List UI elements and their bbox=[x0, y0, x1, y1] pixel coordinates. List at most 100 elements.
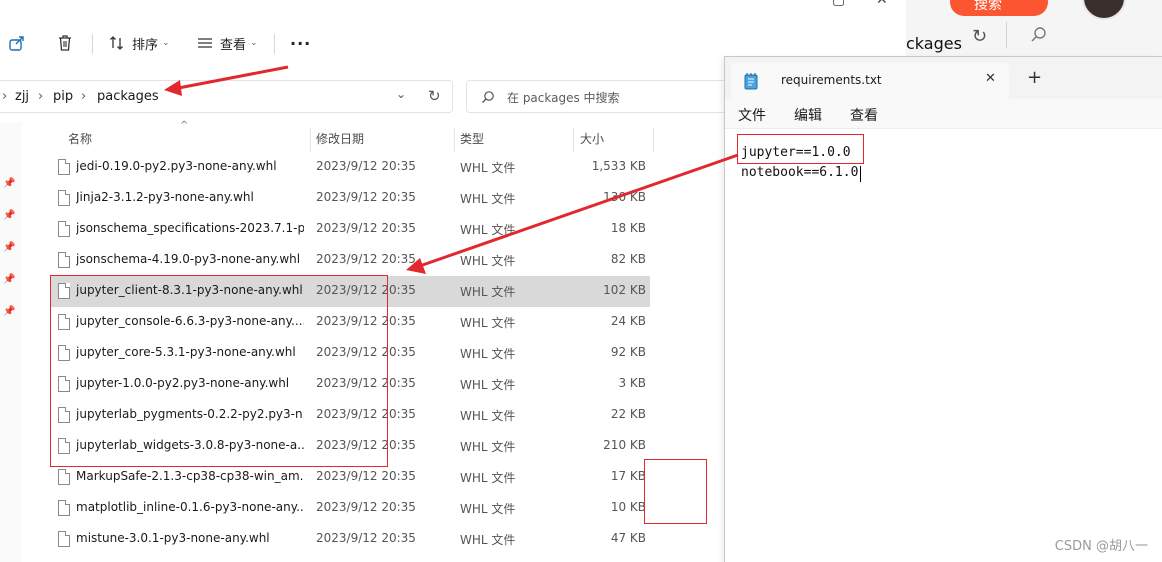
file-modified: 2023/9/12 20:35 bbox=[316, 531, 416, 545]
column-header-modified[interactable]: 修改日期 bbox=[316, 130, 364, 147]
menu-edit[interactable]: 编辑 bbox=[794, 105, 822, 125]
file-modified: 2023/9/12 20:35 bbox=[316, 252, 416, 266]
file-modified: 2023/9/12 20:35 bbox=[316, 190, 416, 204]
delete-icon[interactable] bbox=[56, 30, 74, 56]
tab-bar: requirements.txt ✕ + bbox=[725, 57, 1162, 99]
address-history-chevron-icon[interactable]: ⌄ bbox=[396, 87, 406, 101]
refresh-icon[interactable]: ↻ bbox=[428, 87, 441, 105]
file-type: WHL 文件 bbox=[460, 533, 516, 547]
file-modified: 2023/9/12 20:35 bbox=[316, 221, 416, 235]
file-icon bbox=[58, 500, 70, 516]
view-button[interactable]: 查看 ⌄ bbox=[196, 30, 258, 56]
file-type: WHL 文件 bbox=[460, 316, 516, 330]
file-name: jsonschema-4.19.0-py3-none-any.whl bbox=[76, 252, 301, 266]
toolbar-divider bbox=[1006, 22, 1007, 48]
avatar[interactable] bbox=[1082, 0, 1126, 20]
menu-file[interactable]: 文件 bbox=[738, 105, 766, 125]
menu-view[interactable]: 查看 bbox=[850, 105, 878, 125]
file-modified: 2023/9/12 20:35 bbox=[316, 159, 416, 173]
breadcrumb-zjj[interactable]: zjj bbox=[15, 89, 29, 104]
text-editor[interactable]: jupyter==1.0.0 notebook==6.1.0 bbox=[725, 129, 1162, 562]
column-divider[interactable] bbox=[573, 128, 574, 152]
file-type: WHL 文件 bbox=[460, 223, 516, 237]
breadcrumb-pip[interactable]: pip bbox=[53, 89, 73, 104]
file-type: WHL 文件 bbox=[460, 192, 516, 206]
file-icon bbox=[58, 221, 70, 237]
annotation-box-sizes bbox=[644, 459, 707, 524]
file-modified: 2023/9/12 20:35 bbox=[316, 469, 416, 483]
file-size: 210 KB bbox=[603, 438, 646, 452]
file-type: WHL 文件 bbox=[460, 378, 516, 392]
column-divider[interactable] bbox=[653, 128, 654, 152]
file-size: 1,533 KB bbox=[591, 159, 646, 173]
notepad-window: requirements.txt ✕ + 文件 编辑 查看 jupyter==1… bbox=[724, 56, 1162, 562]
sort-ascending-icon: ^ bbox=[180, 120, 189, 131]
address-bar[interactable]: › zjj › pip › packages ⌄ ↻ bbox=[0, 80, 453, 113]
column-divider[interactable] bbox=[454, 128, 455, 152]
notepad-icon bbox=[744, 73, 758, 90]
close-window-icon[interactable]: ✕ bbox=[876, 0, 896, 8]
file-size: 82 KB bbox=[610, 252, 646, 266]
sort-button[interactable]: 排序 ⌄ bbox=[108, 30, 170, 56]
editor-line-2: notebook==6.1.0 bbox=[741, 165, 859, 180]
file-name: matplotlib_inline-0.1.6-py3-none-any.... bbox=[76, 500, 304, 514]
file-name: jedi-0.19.0-py2.py3-none-any.whl bbox=[76, 159, 277, 173]
search-icon bbox=[482, 91, 494, 103]
navigation-pane: 📌 📌 📌 📌 📌 bbox=[0, 122, 22, 562]
pin-icon[interactable]: 📌 bbox=[3, 178, 15, 189]
file-row[interactable]: jedi-0.19.0-py2.py3-none-any.whl 2023/9/… bbox=[50, 152, 650, 183]
pin-icon[interactable]: 📌 bbox=[3, 274, 15, 285]
tab-requirements[interactable]: requirements.txt ✕ bbox=[731, 63, 1009, 99]
watermark: CSDN @胡八一 bbox=[1054, 539, 1148, 554]
annotation-box-jupyter-files bbox=[50, 275, 388, 467]
file-icon bbox=[58, 469, 70, 485]
file-icon bbox=[58, 159, 70, 175]
share-icon[interactable] bbox=[8, 30, 26, 56]
close-tab-icon[interactable]: ✕ bbox=[985, 71, 996, 86]
breadcrumb-separator-icon: › bbox=[38, 89, 44, 104]
chevron-down-icon: ⌄ bbox=[162, 38, 170, 48]
file-icon bbox=[58, 252, 70, 268]
chevron-down-icon: ⌄ bbox=[250, 38, 258, 48]
search-icon[interactable] bbox=[1030, 26, 1048, 44]
search-button[interactable]: 搜索 bbox=[950, 0, 1048, 16]
breadcrumb-packages[interactable]: packages bbox=[97, 89, 159, 104]
pin-icon[interactable]: 📌 bbox=[3, 306, 15, 317]
pin-icon[interactable]: 📌 bbox=[3, 242, 15, 253]
file-size: 130 KB bbox=[603, 190, 646, 204]
column-header-size[interactable]: 大小 bbox=[580, 130, 604, 147]
annotation-box-requirement bbox=[737, 134, 864, 164]
search-button-label: 搜索 bbox=[974, 0, 1002, 13]
file-size: 3 KB bbox=[618, 376, 646, 390]
file-row[interactable]: Jinja2-3.1.2-py3-none-any.whl 2023/9/12 … bbox=[50, 183, 650, 214]
refresh-icon[interactable]: ↻ bbox=[972, 26, 987, 47]
toolbar-divider bbox=[274, 34, 275, 54]
file-name: Jinja2-3.1.2-py3-none-any.whl bbox=[76, 190, 254, 204]
column-header-type[interactable]: 类型 bbox=[460, 130, 484, 147]
pin-icon[interactable]: 📌 bbox=[3, 210, 15, 221]
file-row[interactable]: matplotlib_inline-0.1.6-py3-none-any....… bbox=[50, 493, 650, 524]
file-type: WHL 文件 bbox=[460, 285, 516, 299]
more-options-button[interactable]: ··· bbox=[290, 30, 311, 56]
view-label: 查看 bbox=[220, 37, 247, 53]
background-window: 搜索 ckages ↻ bbox=[906, 0, 1162, 60]
file-icon bbox=[58, 531, 70, 547]
file-icon bbox=[58, 190, 70, 206]
file-size: 18 KB bbox=[610, 221, 646, 235]
file-row[interactable]: jsonschema-4.19.0-py3-none-any.whl 2023/… bbox=[50, 245, 650, 276]
breadcrumb-separator-icon: › bbox=[2, 89, 8, 104]
file-row[interactable]: mistune-3.0.1-py3-none-any.whl 2023/9/12… bbox=[50, 524, 650, 555]
background-breadcrumb: ckages bbox=[906, 34, 962, 53]
file-row[interactable]: jsonschema_specifications-2023.7.1-p... … bbox=[50, 214, 650, 245]
column-divider[interactable] bbox=[310, 128, 311, 152]
toolbar-divider bbox=[92, 34, 93, 54]
search-input[interactable]: 在 packages 中搜索 bbox=[466, 80, 736, 113]
maximize-icon[interactable]: ▢ bbox=[832, 0, 852, 8]
file-name: jsonschema_specifications-2023.7.1-p... bbox=[76, 221, 304, 235]
new-tab-button[interactable]: + bbox=[1027, 67, 1042, 88]
file-type: WHL 文件 bbox=[460, 347, 516, 361]
sort-label: 排序 bbox=[132, 37, 159, 53]
file-type: WHL 文件 bbox=[460, 502, 516, 516]
text-caret bbox=[860, 166, 861, 182]
column-header-name[interactable]: 名称 bbox=[68, 130, 92, 147]
